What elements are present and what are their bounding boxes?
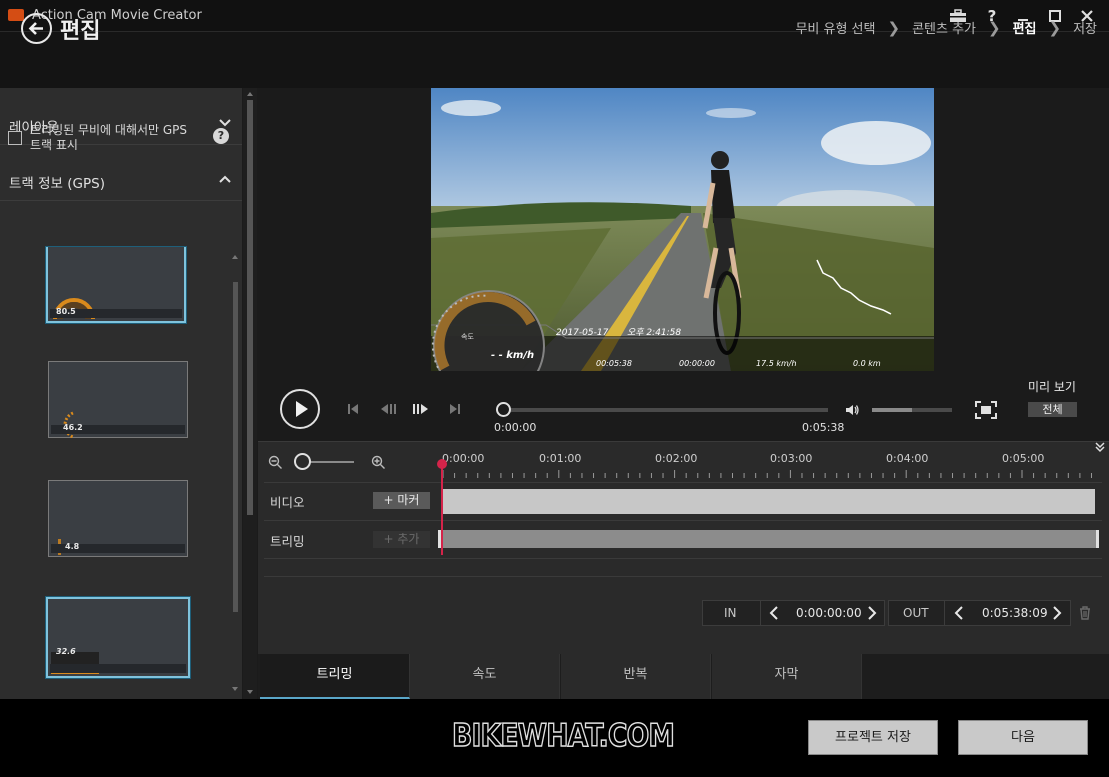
add-marker-button[interactable]: + 마커 — [373, 492, 430, 509]
playhead-handle[interactable] — [437, 459, 447, 469]
page-header — [0, 32, 1109, 88]
app-title: Action Cam Movie Creator — [32, 8, 202, 23]
video-clip[interactable] — [443, 489, 1095, 514]
template-speed-value: 46.2 — [63, 423, 83, 432]
scroll-up-icon[interactable] — [246, 90, 254, 98]
in-label: IN — [724, 606, 737, 620]
gps-template-3[interactable]: 4.8 — [48, 480, 188, 557]
breadcrumb: 무비 유형 선택 ❯ 콘텐츠 추가 ❯ 편집 ❯ 저장 — [795, 18, 1097, 38]
chevron-up-icon — [219, 175, 231, 183]
play-icon — [296, 401, 308, 417]
overlay-stop-time: 00:00:00 — [679, 359, 715, 368]
gps-template-4[interactable]: 32.6 — [46, 597, 190, 678]
skip-to-end-icon[interactable] — [447, 401, 463, 417]
gps-checkbox-label: 트리밍된 무비에 대해서만 GPS 트랙 표시 — [30, 123, 188, 152]
timeline-tick-label: 0:03:00 — [770, 452, 813, 465]
breadcrumb-item-edit[interactable]: 편집 — [1013, 18, 1037, 37]
help-icon[interactable]: ? — [213, 128, 229, 144]
timeline-ruler[interactable] — [443, 470, 1095, 478]
timeline-tick-label: 0:01:00 — [539, 452, 582, 465]
template-speed-value: 32.6 — [56, 647, 76, 656]
playhead[interactable] — [441, 460, 443, 555]
timeline-tick-label: 0:04:00 — [886, 452, 929, 465]
preview-all-button[interactable]: 전체 — [1028, 402, 1077, 417]
video-frame: 속도 - - km/h 2017-05-17 오후 2:41:58 00:05:… — [431, 88, 934, 371]
back-button[interactable] — [21, 13, 52, 44]
in-time[interactable]: 0:00:00:00 — [796, 606, 862, 620]
fullscreen-icon[interactable] — [975, 401, 997, 419]
watermark: BIKEWHAT.COM — [451, 717, 675, 755]
breadcrumb-item-add-content[interactable]: 콘텐츠 추가 — [912, 18, 976, 37]
chevron-right-icon: ❯ — [1048, 18, 1062, 37]
zoom-out-icon[interactable] — [268, 455, 283, 470]
preview-label: 미리 보기 — [1028, 380, 1076, 394]
arrow-left-icon — [28, 22, 43, 35]
save-project-button[interactable]: 프로젝트 저장 — [808, 720, 938, 755]
timeline-tick-label: 0:00:00 — [442, 452, 485, 465]
overlay-time: 오후 2:41:58 — [627, 327, 681, 338]
gps-template-2[interactable]: 46.2 — [48, 361, 188, 438]
scroll-down-icon[interactable] — [231, 685, 239, 693]
scroll-up-icon[interactable] — [231, 253, 239, 261]
gps-section-label: 트랙 정보 (GPS) — [9, 176, 105, 192]
out-label: OUT — [903, 606, 929, 620]
scroll-down-icon[interactable] — [246, 688, 254, 696]
zoom-in-icon[interactable] — [371, 455, 386, 470]
tab-repeat[interactable]: 반복 — [561, 654, 711, 699]
seek-bar[interactable] — [503, 408, 828, 412]
seek-handle[interactable] — [496, 402, 511, 417]
breadcrumb-item-save[interactable]: 저장 — [1073, 18, 1097, 37]
overlay-date: 2017-05-17 — [556, 328, 609, 338]
tab-trimming[interactable]: 트리밍 — [260, 654, 410, 699]
overlay-elapsed: 00:05:38 — [596, 359, 632, 368]
zoom-handle[interactable] — [294, 453, 311, 470]
in-next-icon[interactable] — [865, 605, 879, 621]
chevron-right-icon: ❯ — [988, 18, 1001, 37]
trim-range[interactable] — [438, 530, 1099, 548]
skip-to-start-icon[interactable] — [345, 401, 361, 417]
collapse-icon[interactable] — [1094, 441, 1106, 453]
page-title: 편집 — [60, 19, 101, 44]
overlay-avg-speed: 17.5 km/h — [756, 359, 797, 368]
tab-speed[interactable]: 속도 — [410, 654, 560, 699]
overlay-speed: - - km/h — [491, 350, 534, 361]
previous-frame-icon[interactable] — [378, 401, 398, 417]
trash-icon[interactable] — [1077, 605, 1093, 621]
template-list-scrollbar[interactable] — [233, 282, 238, 612]
tab-subtitle[interactable]: 자막 — [712, 654, 862, 699]
video-track-label: 비디오 — [270, 495, 305, 510]
trim-track-label: 트리밍 — [270, 534, 305, 549]
template-speed-value: 4.8 — [65, 542, 80, 551]
volume-icon[interactable] — [844, 402, 860, 418]
next-frame-icon[interactable] — [411, 401, 431, 417]
panel-scrollbar[interactable] — [247, 100, 253, 515]
play-button[interactable] — [280, 389, 320, 429]
out-time[interactable]: 0:05:38:09 — [982, 606, 1048, 620]
next-button[interactable]: 다음 — [958, 720, 1088, 755]
out-prev-icon[interactable] — [952, 605, 966, 621]
out-next-icon[interactable] — [1050, 605, 1064, 621]
chevron-right-icon: ❯ — [887, 18, 901, 37]
track-row-empty — [264, 558, 1102, 577]
current-time: 0:00:00 — [494, 421, 537, 434]
gps-template-1[interactable]: 80.5 — [46, 247, 186, 323]
breadcrumb-item-movie-type[interactable]: 무비 유형 선택 — [795, 18, 875, 37]
overlay-distance: 0.0 km — [853, 359, 881, 368]
overlay-speed-label: 속도 — [461, 333, 474, 341]
volume-level — [872, 408, 912, 412]
timeline-tick-label: 0:02:00 — [655, 452, 698, 465]
gps-section-header[interactable]: 트랙 정보 (GPS) — [0, 159, 242, 201]
total-time: 0:05:38 — [802, 421, 845, 434]
template-speed-value: 80.5 — [56, 307, 76, 316]
app-logo-icon — [8, 9, 24, 21]
timeline-tick-label: 0:05:00 — [1002, 452, 1045, 465]
in-prev-icon[interactable] — [767, 605, 781, 621]
add-trim-button[interactable]: + 추가 — [373, 531, 430, 548]
gps-only-trimmed-checkbox[interactable] — [8, 131, 22, 145]
video-preview[interactable]: 속도 - - km/h 2017-05-17 오후 2:41:58 00:05:… — [431, 88, 934, 371]
